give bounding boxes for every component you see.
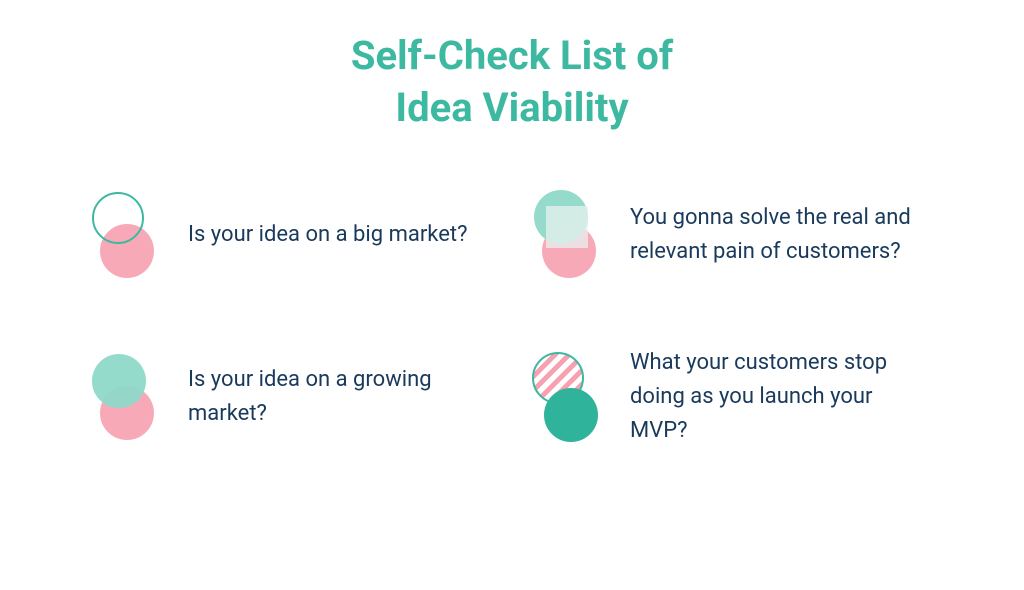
checklist-item-text: Is your idea on a big market?: [188, 218, 467, 252]
checklist-item-growing-market: Is your idea on a growing market?: [90, 346, 492, 448]
title-line-2: Idea Viability: [395, 84, 628, 131]
checklist-item-big-market: Is your idea on a big market?: [90, 184, 492, 286]
checklist-item-real-pain: You gonna solve the real and relevant pa…: [532, 184, 934, 286]
checklist-item-text: What your customers stop doing as you la…: [630, 346, 934, 448]
page-title: Self-Check List of Idea Viability: [90, 30, 934, 134]
overlap-circles-filled-icon: [90, 352, 160, 442]
checklist-item-text: You gonna solve the real and relevant pa…: [630, 201, 934, 269]
circles-square-overlay-icon: [532, 190, 602, 280]
checklist-item-customers-stop: What your customers stop doing as you la…: [532, 346, 934, 448]
checklist-grid: Is your idea on a big market? You gonna …: [90, 184, 934, 449]
checklist-item-text: Is your idea on a growing market?: [188, 363, 492, 431]
title-line-1: Self-Check List of: [351, 32, 673, 79]
overlap-circles-outline-icon: [90, 190, 160, 280]
striped-circle-ring-icon: [532, 352, 602, 442]
